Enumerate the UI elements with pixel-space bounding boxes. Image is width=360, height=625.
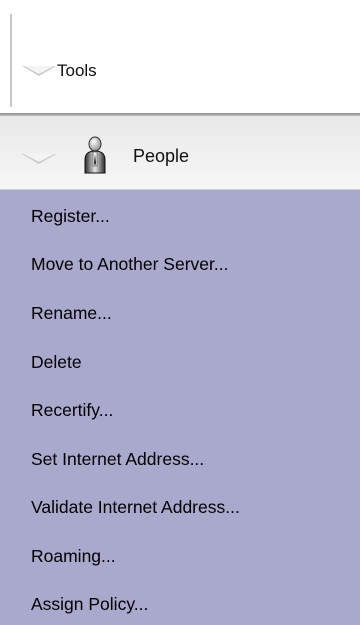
menu-item-move-to-another-server[interactable]: Move to Another Server...	[31, 249, 228, 279]
menu-item-assign-policy[interactable]: Assign Policy...	[31, 589, 148, 619]
menu-item-set-internet-address[interactable]: Set Internet Address...	[31, 444, 204, 474]
pane-border	[10, 14, 12, 107]
people-label: People	[133, 146, 190, 166]
tools-section-header[interactable]: Tools	[22, 56, 97, 86]
menu-item-delete[interactable]: Delete	[31, 347, 82, 377]
tools-pane: Tools	[0, 0, 360, 112]
tools-label: Tools	[57, 61, 97, 80]
expand-triangle-icon	[22, 66, 56, 76]
menu-item-rename[interactable]: Rename...	[31, 298, 112, 328]
expand-triangle-icon	[22, 154, 56, 164]
menu-item-roaming[interactable]: Roaming...	[31, 541, 116, 571]
menu-item-register[interactable]: Register...	[31, 201, 110, 231]
person-icon	[82, 136, 108, 174]
menu-item-validate-internet-address[interactable]: Validate Internet Address...	[31, 492, 240, 522]
menu-item-recertify[interactable]: Recertify...	[31, 395, 113, 425]
people-actions-menu: Register... Move to Another Server... Re…	[0, 190, 360, 625]
